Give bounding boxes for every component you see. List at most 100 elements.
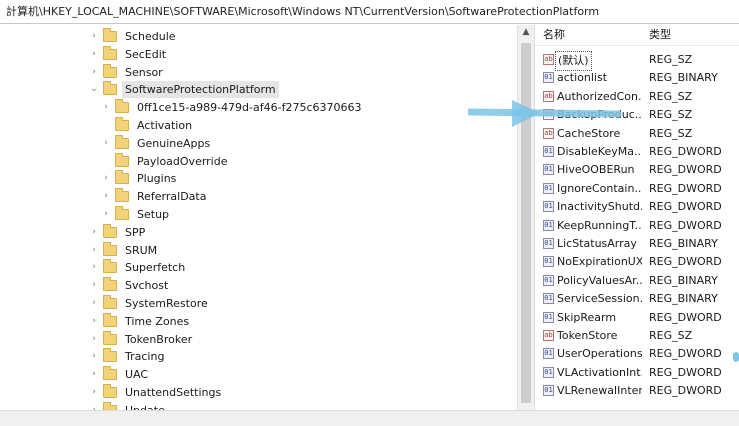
- value-row[interactable]: 01 InactivityShutd... REG_DWORD: [535, 198, 739, 216]
- folder-icon: [103, 28, 117, 42]
- value-name: CacheStore: [557, 126, 621, 140]
- value-row[interactable]: 01 SkipRearm REG_DWORD: [535, 309, 739, 327]
- value-row[interactable]: 01 DisableKeyMa... REG_DWORD: [535, 143, 739, 161]
- value-row[interactable]: 01 ServiceSession... REG_BINARY: [535, 290, 739, 308]
- value-row[interactable]: ab (默认) REG_SZ: [535, 51, 739, 71]
- binary-value-icon: 01: [543, 238, 554, 249]
- tree-item[interactable]: › SPP: [89, 223, 148, 241]
- value-name: (默认): [555, 51, 592, 71]
- value-row[interactable]: 01 actionlist REG_BINARY: [535, 69, 739, 87]
- tree-item-label: Update: [122, 402, 168, 410]
- tree-item[interactable]: › SRUM: [89, 241, 160, 259]
- tree-item[interactable]: Activation: [101, 117, 195, 134]
- tree-scrollbar[interactable]: ▲: [517, 25, 534, 410]
- chevron-right-icon[interactable]: ›: [101, 99, 111, 116]
- binary-value-icon: 01: [543, 256, 554, 268]
- tree-item[interactable]: › UnattendSettings: [89, 384, 224, 401]
- value-type: REG_DWORD: [649, 218, 722, 232]
- tree-item[interactable]: › Update: [89, 401, 168, 410]
- value-name: PolicyValuesAr...: [557, 273, 642, 287]
- column-header-name[interactable]: 名称: [543, 25, 565, 45]
- column-header-type[interactable]: 类型: [649, 25, 671, 45]
- tree-item-label: Time Zones: [125, 314, 190, 328]
- scroll-thumb[interactable]: [521, 43, 531, 403]
- folder-icon: [103, 45, 117, 60]
- tree-item-label: UAC: [125, 368, 149, 382]
- tree-item[interactable]: › Sensor: [89, 63, 166, 81]
- tree-item-label: Svchost: [125, 279, 169, 293]
- tree-item[interactable]: › Svchost: [89, 277, 171, 294]
- value-row[interactable]: ab BackupProduc... REG_SZ: [535, 106, 739, 124]
- registry-key-tree: › Schedule › SecEdit › Sensor ⌄ SoftwareProtect…: [0, 25, 517, 410]
- folder-icon: [103, 348, 117, 363]
- folder-icon: [103, 384, 117, 398]
- folder-icon: [103, 223, 117, 238]
- value-row[interactable]: ab AuthorizedCon... REG_SZ: [535, 88, 739, 106]
- value-type: REG_DWORD: [649, 145, 722, 158]
- tree-item-label: SoftwareProtectionPlatform: [122, 81, 279, 99]
- value-name: KeepRunningT...: [557, 218, 642, 232]
- tree-item[interactable]: › SecEdit: [89, 45, 169, 63]
- string-value-icon: ab: [543, 127, 554, 139]
- tree-item[interactable]: › Tracing: [89, 348, 167, 365]
- value-name: UserOperations: [557, 347, 642, 361]
- chevron-right-icon[interactable]: ›: [101, 206, 111, 223]
- chevron-right-icon[interactable]: ›: [89, 331, 99, 348]
- chevron-down-icon[interactable]: ⌄: [89, 81, 99, 98]
- value-row[interactable]: 01 LicStatusArray REG_BINARY: [535, 235, 739, 253]
- value-row[interactable]: 01 NoExpirationUX REG_DWORD: [535, 253, 739, 271]
- value-row[interactable]: 01 VLActivationInt... REG_DWORD: [535, 364, 739, 382]
- tree-item[interactable]: › TokenBroker: [89, 330, 195, 348]
- folder-icon: [103, 259, 117, 274]
- chevron-right-icon[interactable]: ›: [89, 46, 99, 63]
- chevron-right-icon[interactable]: ›: [89, 402, 99, 410]
- tree-item[interactable]: › Superfetch: [89, 259, 188, 276]
- binary-value-icon: 01: [543, 201, 554, 213]
- chevron-right-icon[interactable]: ›: [89, 224, 99, 241]
- address-bar[interactable]: 計算机\HKEY_LOCAL_MACHINE\SOFTWARE\Microsof…: [0, 0, 739, 24]
- tree-item[interactable]: › UAC: [89, 366, 151, 383]
- tree-item[interactable]: › GenuineApps: [101, 134, 213, 152]
- binary-value-icon: 01: [543, 366, 554, 378]
- tree-item[interactable]: › 0ff1ce15-a989-479d-af46-f275c6370663: [101, 99, 365, 116]
- value-row[interactable]: 01VLRenewalInter... REG_DWORD: [535, 382, 739, 400]
- value-name: HiveOOBERun: [557, 163, 635, 177]
- tree-item[interactable]: › Setup: [101, 206, 172, 223]
- tree-item[interactable]: › Time Zones: [89, 312, 192, 330]
- scroll-up-icon[interactable]: ▲: [518, 27, 534, 37]
- value-type: REG_SZ: [649, 53, 693, 66]
- chevron-right-icon[interactable]: ›: [89, 277, 99, 294]
- tree-item[interactable]: › Plugins: [101, 170, 179, 187]
- chevron-right-icon[interactable]: ›: [89, 366, 99, 383]
- value-name: NoExpirationUX: [557, 255, 642, 269]
- chevron-right-icon[interactable]: ›: [101, 135, 111, 152]
- tree-item-label: Plugins: [137, 172, 177, 186]
- tree-item[interactable]: › SystemRestore: [89, 295, 211, 312]
- value-row[interactable]: 01 IgnoreContain... REG_DWORD: [535, 180, 739, 198]
- tree-item[interactable]: › Schedule: [89, 28, 179, 45]
- value-row[interactable]: 01 PolicyValuesAr... REG_BINARY: [535, 272, 739, 290]
- chevron-right-icon[interactable]: ›: [89, 28, 99, 45]
- folder-icon: [115, 152, 129, 167]
- tree-item-label: SystemRestore: [125, 297, 208, 310]
- value-row[interactable]: 01 HiveOOBERun REG_DWORD: [535, 161, 739, 179]
- tree-item-label: 0ff1ce15-a989-479d-af46-f275c6370663: [137, 101, 362, 115]
- value-row[interactable]: 01 UserOperations REG_DWORD: [535, 345, 739, 363]
- chevron-right-icon[interactable]: ›: [89, 242, 99, 259]
- chevron-right-icon[interactable]: ›: [89, 259, 99, 276]
- value-name: LicStatusArray: [557, 237, 637, 250]
- tree-item[interactable]: › ReferralData: [101, 188, 209, 205]
- tree-item[interactable]: ⌄ SoftwareProtectionPlatform: [89, 81, 279, 99]
- chevron-right-icon[interactable]: ›: [89, 384, 99, 401]
- chevron-right-icon[interactable]: ›: [89, 348, 99, 365]
- chevron-right-icon[interactable]: ›: [89, 295, 99, 312]
- chevron-right-icon[interactable]: ›: [101, 188, 111, 205]
- folder-icon: [115, 117, 129, 131]
- chevron-right-icon[interactable]: ›: [89, 64, 99, 81]
- tree-item[interactable]: PayloadOverride: [101, 152, 231, 170]
- chevron-right-icon[interactable]: ›: [101, 170, 111, 187]
- value-row[interactable]: 01 KeepRunningT... REG_DWORD: [535, 217, 739, 235]
- value-row[interactable]: ab CacheStore REG_SZ: [535, 125, 739, 143]
- value-row[interactable]: ab TokenStore REG_SZ: [535, 327, 739, 345]
- chevron-right-icon[interactable]: ›: [89, 313, 99, 330]
